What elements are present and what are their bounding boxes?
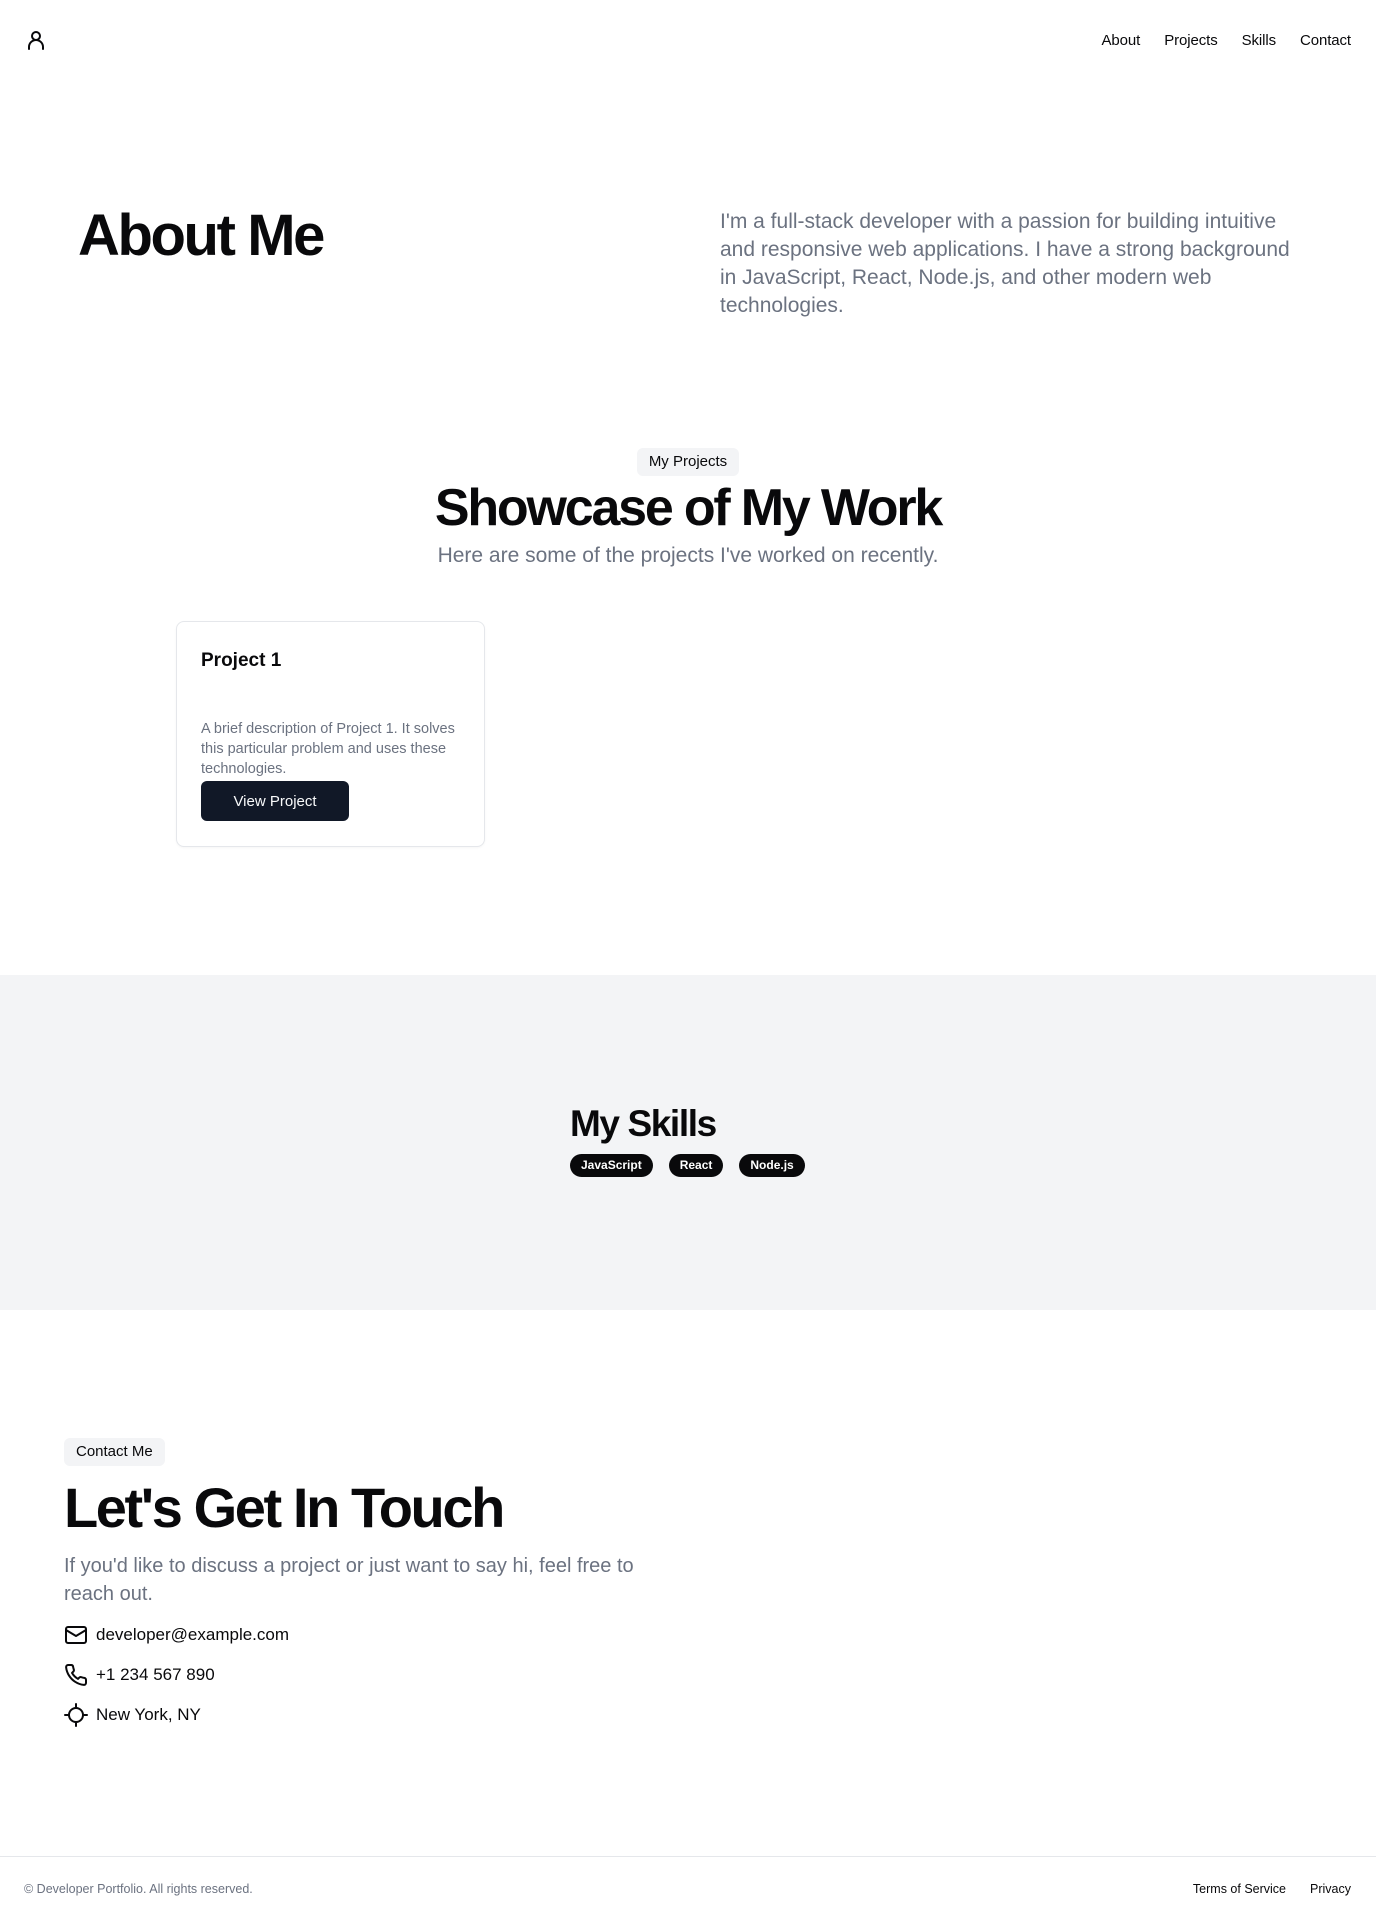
contact-title: Let's Get In Touch	[64, 1476, 505, 1539]
contact-email[interactable]: developer@example.com	[96, 1625, 289, 1645]
about-text: I'm a full-stack developer with a passio…	[720, 210, 1290, 317]
footer-link-privacy[interactable]: Privacy	[1310, 1882, 1351, 1896]
skill-badge: Node.js	[739, 1154, 805, 1177]
project-card-description: A brief description of Project 1. It sol…	[201, 721, 455, 777]
mail-icon	[65, 1626, 87, 1644]
nav-about[interactable]: About	[1102, 32, 1141, 49]
contact-phone[interactable]: +1 234 567 890	[96, 1665, 215, 1685]
nav-projects[interactable]: Projects	[1164, 32, 1217, 49]
portfolio-page: About Projects Skills Contact About Me I…	[0, 0, 1376, 1921]
logo-link[interactable]	[24, 28, 48, 52]
skill-badge: JavaScript	[570, 1154, 653, 1177]
site-footer: © Developer Portfolio. All rights reserv…	[0, 1856, 1376, 1921]
projects-title: Showcase of My Work	[434, 479, 943, 537]
about-title: About Me	[78, 203, 325, 268]
view-project-button[interactable]: View Project	[201, 781, 349, 821]
contact-info-list: developer@example.com +1 234 567 890 New…	[64, 1623, 289, 1743]
nav-skills[interactable]: Skills	[1242, 32, 1277, 49]
contact-phone-row: +1 234 567 890	[64, 1663, 289, 1687]
contact-subtitle: If you'd like to discuss a project or ju…	[64, 1555, 634, 1605]
skill-badge: React	[668, 1154, 724, 1177]
project-card: Project 1 A brief description of Project…	[176, 621, 485, 847]
project-card-title: Project 1	[201, 650, 282, 671]
contact-location-row: New York, NY	[64, 1703, 289, 1727]
projects-subtitle: Here are some of the projects I've worke…	[437, 544, 939, 567]
site-header: About Projects Skills Contact	[0, 0, 1376, 80]
projects-badge-wrap: My Projects	[0, 448, 1376, 476]
user-icon	[28, 31, 44, 50]
nav-contact[interactable]: Contact	[1300, 32, 1351, 49]
skills-content: My Skills JavaScript React Node.js	[570, 1102, 805, 1177]
phone-icon	[65, 1663, 88, 1686]
skills-title: My Skills	[570, 1103, 717, 1144]
main-nav: About Projects Skills Contact	[1102, 32, 1352, 49]
contact-location: New York, NY	[96, 1705, 201, 1724]
projects-badge: My Projects	[636, 448, 740, 476]
contact-badge: Contact Me	[64, 1438, 165, 1466]
footer-link-terms[interactable]: Terms of Service	[1193, 1882, 1286, 1896]
skills-section: My Skills JavaScript React Node.js	[0, 975, 1376, 1310]
location-icon	[64, 1703, 88, 1727]
footer-nav: Terms of Service Privacy	[1193, 1882, 1351, 1896]
skill-list: JavaScript React Node.js	[570, 1154, 805, 1177]
contact-badge-wrap: Contact Me	[64, 1438, 165, 1466]
copyright-text: © Developer Portfolio. All rights reserv…	[24, 1882, 253, 1896]
contact-email-row: developer@example.com	[64, 1623, 289, 1647]
